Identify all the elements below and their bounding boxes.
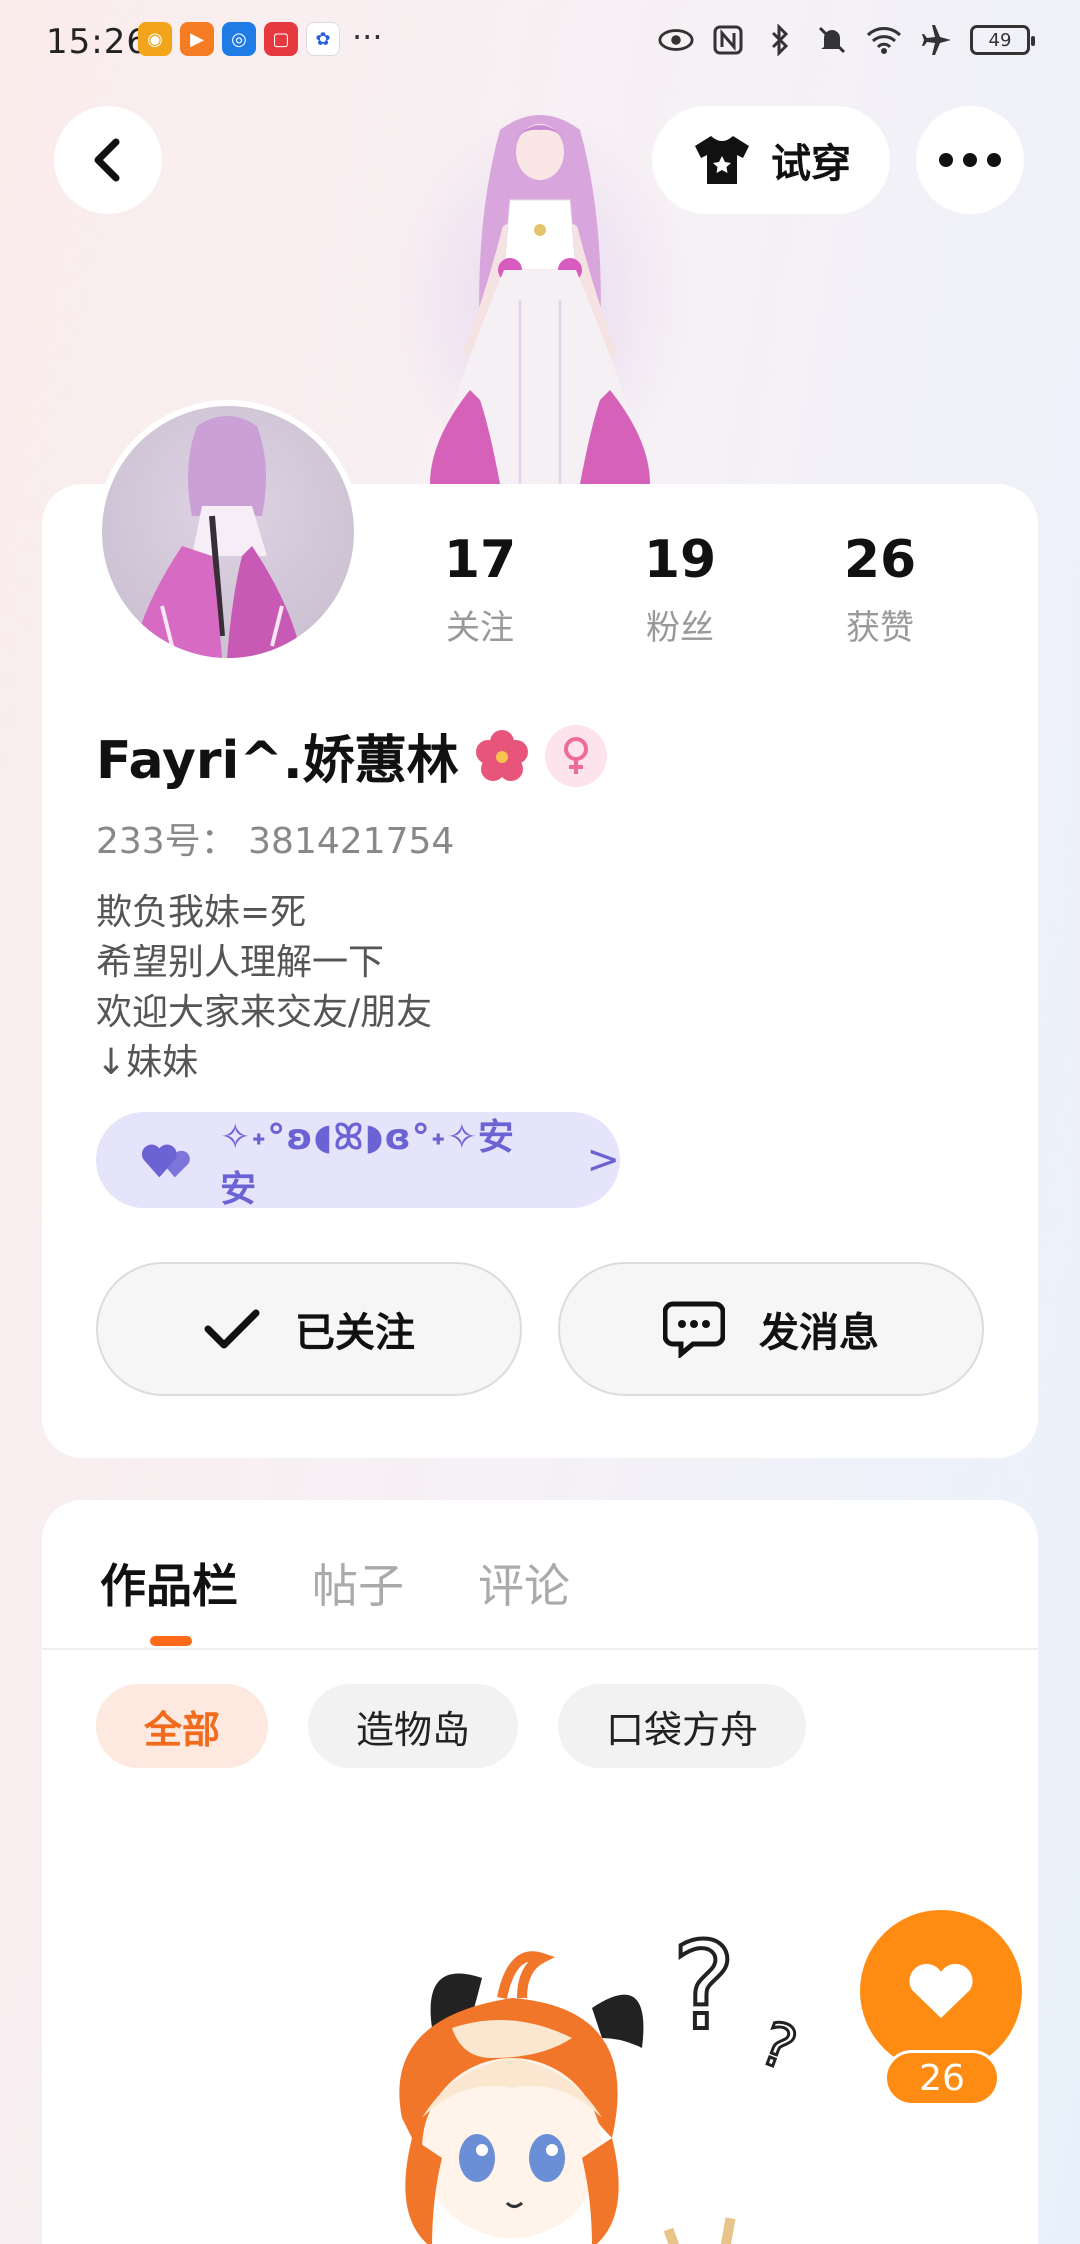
like-button[interactable] [860,1910,1022,2072]
chip-creation-island[interactable]: 造物岛 [308,1684,519,1768]
tab-works[interactable]: 作品栏 [100,1550,238,1616]
send-message-button[interactable]: 发消息 [558,1262,984,1396]
tab-posts[interactable]: 帖子 [312,1550,404,1616]
tab-divider [42,1648,1038,1650]
status-app-icons: ◉ ▶ ◎ ▢ ✿ [138,22,340,56]
following-button[interactable]: 已关注 [96,1262,522,1396]
username-row: Fayri^.娇蕙林 [96,718,607,793]
female-gender-icon [544,724,607,787]
chevron-left-icon [94,138,120,182]
tshirt-icon [695,136,749,184]
chevron-right-icon: > [586,1137,620,1183]
try-on-button[interactable]: 试穿 [652,106,890,214]
bio-line: 欢迎大家来交友/朋友 [96,992,433,1033]
category-chips: 全部 造物岛 口袋方舟 [96,1684,807,1768]
nfc-icon [710,22,746,58]
airplane-icon [918,22,954,58]
bio-line: ↓妹妹 [96,1042,199,1083]
stat-followers-label: 粉丝 [646,608,714,648]
weibo-icon: ◉ [138,22,172,56]
check-icon [204,1309,260,1349]
stat-followers[interactable]: 19 粉丝 [580,530,780,649]
bulb-icon: ◎ [222,22,256,56]
character-showcase-image [390,110,690,484]
stat-likes-label: 获赞 [846,608,914,648]
send-message-label: 发消息 [759,1310,879,1356]
active-tab-indicator [150,1636,192,1646]
battery-indicator: 49 [970,25,1035,55]
bluetooth-icon [762,22,798,58]
double-heart-icon [141,1144,190,1178]
user-id: 233号： 381421754 [96,821,455,862]
stat-likes-count: 26 [843,530,917,590]
avatar-image [132,416,302,658]
chip-all[interactable]: 全部 [96,1684,269,1768]
empty-state-mascot-illustration: ? ? [399,1918,807,2244]
content-tabs: 作品栏 帖子 评论 [100,1550,570,1616]
bio-line: 欺负我妹=死 [96,892,307,933]
following-label: 已关注 [295,1310,415,1356]
heart-icon [909,1963,973,2018]
baidu-icon: ✿ [306,22,340,56]
flower-icon [473,727,531,785]
battery-level: 49 [988,29,1012,51]
username: Fayri^.娇蕙林 [96,731,459,791]
back-button[interactable] [54,106,162,214]
status-time: 15:26 [46,22,149,62]
note-icon: ▢ [264,22,298,56]
like-count-badge: 26 [884,2050,1000,2106]
avatar[interactable] [96,400,360,664]
try-on-label: 试穿 [771,141,851,187]
stat-following-label: 关注 [446,608,514,648]
mute-icon [814,22,850,58]
bio: 欺负我妹=死 希望别人理解一下 欢迎大家来交友/朋友 ↓妹妹 [96,888,432,1088]
stat-followers-count: 19 [643,530,717,590]
more-options-button[interactable] [916,106,1024,214]
stat-following[interactable]: 17 关注 [380,530,580,649]
status-system-icons: 49 [658,22,1035,58]
svg-text:?: ? [672,1918,736,2057]
chat-bubble-icon [663,1301,725,1358]
bio-line: 希望别人理解一下 [96,942,385,983]
status-bar: 15:26 ◉ ▶ ◎ ▢ ✿ ··· 49 [0,0,1080,84]
status-more: ··· [352,18,383,56]
wifi-icon [866,22,902,58]
eye-icon [658,22,694,58]
works-card: 作品栏 帖子 评论 全部 造物岛 口袋方舟 ? ? [42,1500,1038,2244]
more-dots-icon [939,153,1001,167]
relationship-label: ✧˖°ʚ◖ꕤ◗ɞ°˖✧安安 [220,1117,515,1210]
stat-following-count: 17 [443,530,517,590]
stat-likes[interactable]: 26 获赞 [780,530,980,649]
relationship-badge[interactable]: ✧˖°ʚ◖ꕤ◗ɞ°˖✧安安 > [96,1112,620,1210]
tab-comments[interactable]: 评论 [478,1550,570,1616]
video-icon: ▶ [180,22,214,56]
profile-stats: 17 关注 19 粉丝 26 获赞 [380,530,980,649]
chip-pocket-ark[interactable]: 口袋方舟 [558,1684,807,1768]
svg-text:?: ? [751,2008,805,2085]
